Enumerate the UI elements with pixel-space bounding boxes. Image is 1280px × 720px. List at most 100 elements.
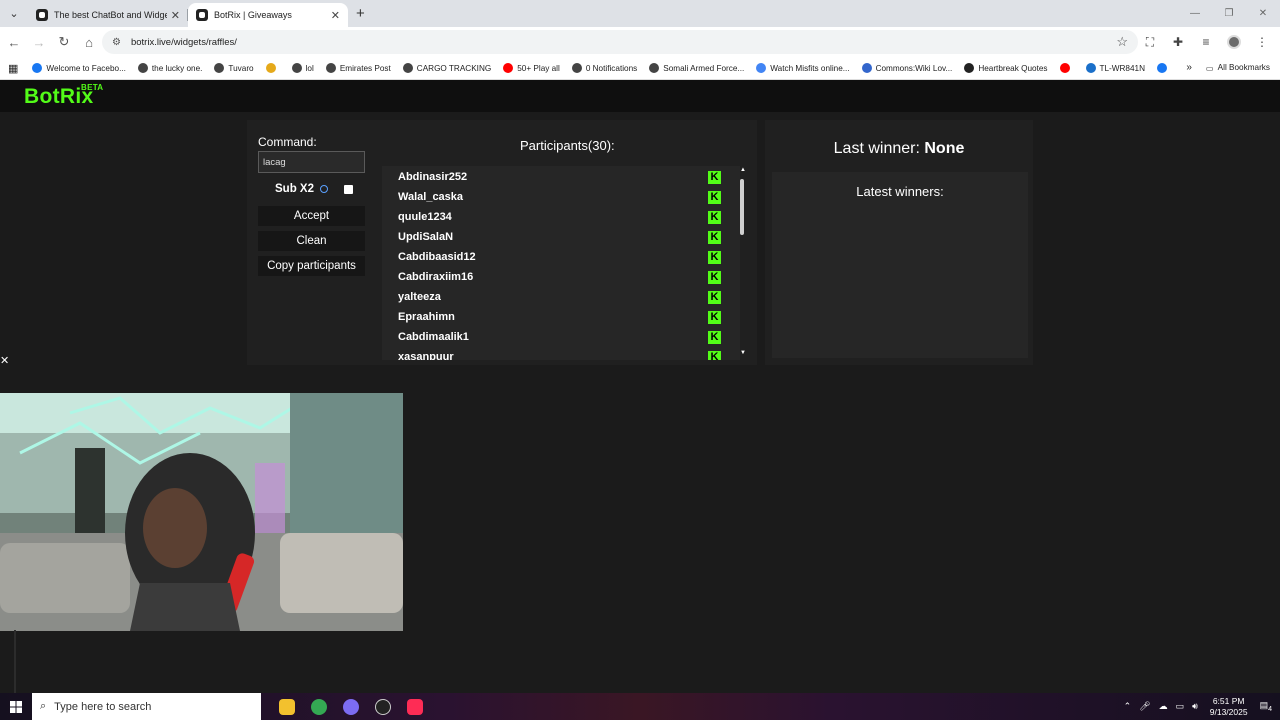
cloud-icon[interactable]: ☁ [1159, 701, 1168, 712]
bookmark-item[interactable]: Heartbreak Quotes [964, 63, 1048, 73]
participant-row[interactable]: Walal_caska K [382, 187, 740, 207]
discord-icon[interactable] [335, 693, 367, 720]
clock[interactable]: 6:51 PM 9/13/2025 [1210, 696, 1248, 718]
bookmark-item[interactable]: 50+ Play all [503, 63, 560, 73]
new-tab-button[interactable]: + [356, 5, 365, 22]
tab-search-button[interactable]: ⌄ [4, 3, 24, 23]
system-tray: ⌃ 🎤︎ ☁ ▭ 🔊︎ 6:51 PM 9/13/2025 ▤4 [1120, 693, 1276, 720]
obs-icon[interactable] [367, 693, 399, 720]
volume-icon[interactable]: 🔊︎ [1192, 701, 1198, 712]
windows-start-icon[interactable] [0, 693, 32, 720]
file-explorer-icon[interactable] [271, 693, 303, 720]
address-bar[interactable]: ⚙ botrix.live/widgets/raffles/ ☆ [102, 30, 1138, 54]
microphone-icon[interactable]: 🎤︎ [1139, 701, 1150, 712]
bookmark-label: Tuvaro [228, 63, 254, 73]
bookmark-item[interactable]: 0 Notifications [571, 63, 637, 73]
profile-avatar[interactable] [1222, 30, 1246, 54]
collapse-overlay-icon[interactable]: ✕ [0, 348, 12, 372]
home-icon[interactable]: ⌂ [77, 30, 101, 54]
back-icon[interactable]: ← [2, 30, 26, 54]
scroll-down-icon[interactable]: ▼ [739, 350, 747, 356]
notifications-icon[interactable]: ▤4 [1260, 700, 1272, 713]
bookmark-item[interactable]: Tuvaro [214, 63, 254, 73]
bookmark-label: Emirates Post [339, 63, 391, 73]
site-info-icon[interactable]: ⚙ [112, 37, 121, 48]
all-bookmarks[interactable]: » ▭ All Bookmarks [1186, 62, 1270, 73]
sub-x2-checkbox[interactable] [344, 185, 353, 194]
network-icon[interactable]: ▭ [1176, 701, 1185, 712]
bookmark-item[interactable]: Emirates Post [325, 63, 391, 73]
chrome-icon[interactable] [303, 693, 335, 720]
screenshot-icon[interactable]: ⛶ [1138, 30, 1162, 54]
command-input[interactable] [258, 151, 365, 173]
restore-icon[interactable]: ❐ [1212, 0, 1246, 27]
participant-row[interactable]: yalteeza K [382, 287, 740, 307]
kick-platform-icon: K [708, 210, 721, 224]
bookmark-item[interactable]: Watch Misfits online... [756, 63, 850, 73]
close-window-icon[interactable]: ✕ [1246, 0, 1280, 27]
accept-button[interactable]: Accept [258, 206, 365, 226]
browser-toolbar: ← → ↻ ⌂ ⚙ botrix.live/widgets/raffles/ ☆… [0, 27, 1280, 57]
bookmark-item[interactable]: lol [291, 63, 314, 73]
bookmark-item[interactable] [1059, 63, 1074, 73]
latest-winners-title: Latest winners: [856, 184, 944, 199]
participant-row[interactable]: Epraahimn K [382, 307, 740, 327]
close-tab-icon[interactable]: ✕ [171, 9, 180, 22]
bookmark-favicon-icon [964, 63, 975, 73]
bookmark-item[interactable]: Somali Armed Force... [649, 63, 744, 73]
bookmark-label: TL-WR841N [1099, 63, 1146, 73]
participant-row[interactable]: quule1234 K [382, 207, 740, 227]
bookmark-item[interactable]: TL-WR841N [1085, 63, 1146, 73]
minimize-icon[interactable]: — [1178, 0, 1212, 27]
participant-row[interactable]: Cabdibaasid12 K [382, 247, 740, 267]
notification-count: 4 [1268, 705, 1272, 713]
bookmark-label: Heartbreak Quotes [978, 63, 1048, 73]
participant-row[interactable]: UpdiSalaN K [382, 227, 740, 247]
participant-row[interactable]: Cabdiraxiim16 K [382, 267, 740, 287]
tab-giveaways[interactable]: BotRix | Giveaways ✕ [188, 3, 348, 27]
apps-grid-icon[interactable]: ▦ [8, 62, 18, 75]
folder-icon: ▭ [1205, 63, 1214, 73]
bookmark-star-icon[interactable]: ☆ [1116, 34, 1128, 50]
extensions-icon[interactable]: ✚ [1166, 30, 1190, 54]
scrollbar-thumb[interactable] [740, 179, 744, 235]
bookmark-favicon-icon [265, 63, 276, 73]
bookmark-label: the lucky one. [151, 63, 203, 73]
bookmark-item[interactable]: Welcome to Facebo... [32, 63, 126, 73]
scroll-up-icon[interactable]: ▲ [739, 167, 747, 173]
last-winner: Last winner: None [765, 140, 1033, 158]
reading-list-icon[interactable]: ≡ [1194, 30, 1218, 54]
bookmark-item[interactable] [1157, 63, 1171, 73]
command-label: Command: [258, 135, 317, 149]
chevron-up-icon[interactable]: ⌃ [1124, 701, 1132, 712]
tiktok-icon[interactable] [399, 693, 431, 720]
window-controls: — ❐ ✕ [1178, 0, 1280, 27]
participants-list[interactable]: Abdinasir252 K Walal_caska Kquule1234 K UpdiS… [382, 166, 740, 360]
copy-participants-button[interactable]: Copy participants [258, 256, 365, 276]
botrix-page: BotRix BETA Command: Sub X2 Accept Clean… [0, 80, 1280, 693]
toolbar-actions: ⛶ ✚ ≡ ⋮ [1138, 30, 1274, 54]
site-header: BotRix BETA [0, 80, 1280, 112]
bookmark-item[interactable] [265, 63, 280, 73]
clean-button[interactable]: Clean [258, 231, 365, 251]
info-icon[interactable] [319, 185, 328, 193]
forward-icon[interactable]: → [27, 30, 51, 54]
participant-row[interactable]: Cabdimaalik1 K [382, 327, 740, 347]
taskbar-search[interactable]: ⌕ Type here to search [32, 693, 261, 720]
bookmark-favicon-icon [649, 63, 660, 73]
url-text: botrix.live/widgets/raffles/ [130, 36, 237, 48]
botrix-logo[interactable]: BotRix BETA [24, 83, 103, 109]
bookmark-item[interactable]: Commons:Wiki Lov... [861, 63, 952, 73]
menu-icon[interactable]: ⋮ [1250, 30, 1274, 54]
tab-chatbot[interactable]: The best ChatBot and Widgets ✕ [28, 3, 188, 27]
bookmarks-bar: ▦ Welcome to Facebo... the lucky one. Tuva… [0, 57, 1280, 80]
kick-platform-icon: K [708, 310, 721, 324]
close-tab-icon[interactable]: ✕ [331, 9, 340, 22]
bookmark-item[interactable]: the lucky one. [137, 63, 203, 73]
chevron-right-icon[interactable]: » [1186, 62, 1192, 73]
bookmark-item[interactable]: CARGO TRACKING [402, 63, 491, 73]
participant-row[interactable]: xasanpuur K [382, 347, 740, 360]
participant-row[interactable]: Abdinasir252 K [382, 167, 740, 187]
reload-icon[interactable]: ↻ [52, 30, 76, 54]
clock-date: 9/13/2025 [1209, 706, 1248, 717]
